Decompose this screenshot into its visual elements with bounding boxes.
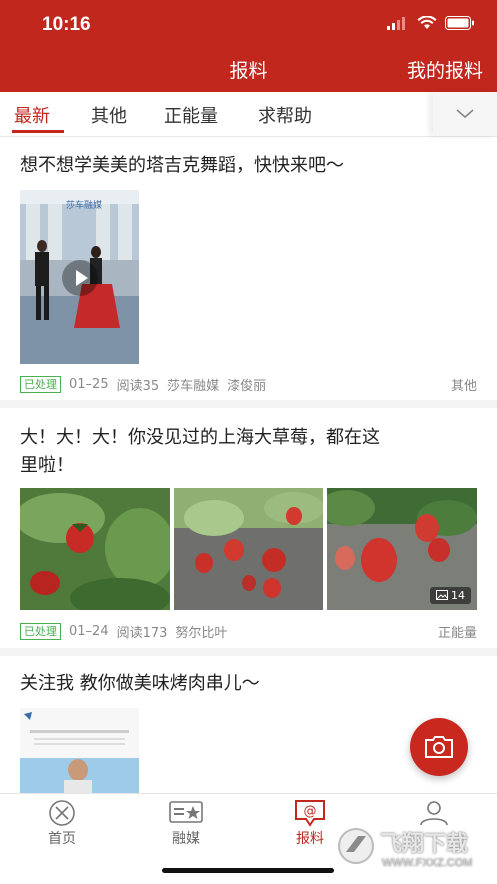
camera-icon xyxy=(425,736,453,758)
battery-icon xyxy=(445,16,474,30)
image-count-badge: 14 xyxy=(429,587,471,604)
post-image[interactable] xyxy=(20,488,170,610)
watermark-text: 飞翔下载 xyxy=(380,832,469,857)
tabbar-home-label: 首页 xyxy=(48,831,76,847)
tab-ask-help[interactable]: 求帮助 xyxy=(258,102,312,128)
bbq-video-image xyxy=(20,708,139,793)
status-time: 10:16 xyxy=(42,14,91,35)
home-indicator[interactable] xyxy=(162,868,334,873)
svg-text:@: @ xyxy=(304,804,317,819)
video-thumbnail[interactable]: 莎车融媒 xyxy=(20,190,139,364)
app-header: 报料 我的报料 xyxy=(0,48,497,92)
post-title-line2: 里啦！ xyxy=(20,455,74,476)
cellular-signal-icon xyxy=(387,17,405,30)
chevron-down-icon xyxy=(456,109,474,119)
post-org: 莎车融媒 xyxy=(167,379,220,394)
play-icon[interactable] xyxy=(62,260,98,296)
expand-tabs-button[interactable] xyxy=(433,92,497,136)
status-bar: 10:16 xyxy=(0,0,497,48)
post-image[interactable] xyxy=(174,488,323,610)
status-badge: 已处理 xyxy=(20,623,61,640)
post-reads: 阅读173 xyxy=(116,626,168,641)
post-reads: 阅读35 xyxy=(116,379,160,394)
post-title-line1: 大！大！大！你没见过的上海大草莓，都在这 xyxy=(20,427,380,448)
camera-button[interactable] xyxy=(410,718,468,776)
my-reports-link[interactable]: 我的报料 xyxy=(407,56,483,83)
watermark-logo-icon xyxy=(338,828,374,864)
image-count: 14 xyxy=(451,589,465,602)
video-watermark: 莎车融媒 xyxy=(66,201,103,211)
active-tab-indicator xyxy=(12,130,64,133)
divider xyxy=(0,400,497,408)
tabbar-media-label: 融媒 xyxy=(172,831,200,847)
category-tabs: 最新 其他 正能量 求帮助 xyxy=(0,92,497,137)
post-category: 其他 xyxy=(450,379,477,394)
wifi-icon xyxy=(417,16,437,29)
post-author: 努尔比叶 xyxy=(175,626,228,641)
tab-latest[interactable]: 最新 xyxy=(14,102,50,128)
post-title: 想不想学美美的塔吉克舞蹈，快快来吧～ xyxy=(20,155,344,176)
watermark-url: WWW.FXXZ.COM xyxy=(382,857,473,869)
status-badge: 已处理 xyxy=(20,376,61,393)
post-date: 01–25 xyxy=(69,377,109,392)
status-icons xyxy=(387,16,475,30)
tab-other[interactable]: 其他 xyxy=(91,102,127,128)
post-category: 正能量 xyxy=(437,626,477,641)
image-icon xyxy=(435,590,448,600)
home-icon xyxy=(49,800,75,826)
post-meta: 已处理 01–25 阅读35 莎车融媒 漆俊丽 xyxy=(20,375,266,394)
post-meta: 已处理 01–24 阅读173 努尔比叶 xyxy=(20,622,227,641)
post-image[interactable]: 14 xyxy=(327,488,477,610)
post-title: 关注我 教你做美味烤肉串儿～ xyxy=(20,673,260,694)
strawberry-field-image xyxy=(174,488,323,610)
video-thumbnail[interactable] xyxy=(20,708,139,793)
post-date: 01–24 xyxy=(69,624,109,639)
site-watermark: 飞翔下载 WWW.FXXZ.COM xyxy=(336,822,486,878)
media-icon xyxy=(169,801,203,823)
divider xyxy=(0,648,497,656)
report-icon: @ xyxy=(295,800,325,827)
post-author: 漆俊丽 xyxy=(227,379,267,394)
tab-positive-energy[interactable]: 正能量 xyxy=(164,102,218,128)
strawberry-leaf-image xyxy=(20,488,170,610)
